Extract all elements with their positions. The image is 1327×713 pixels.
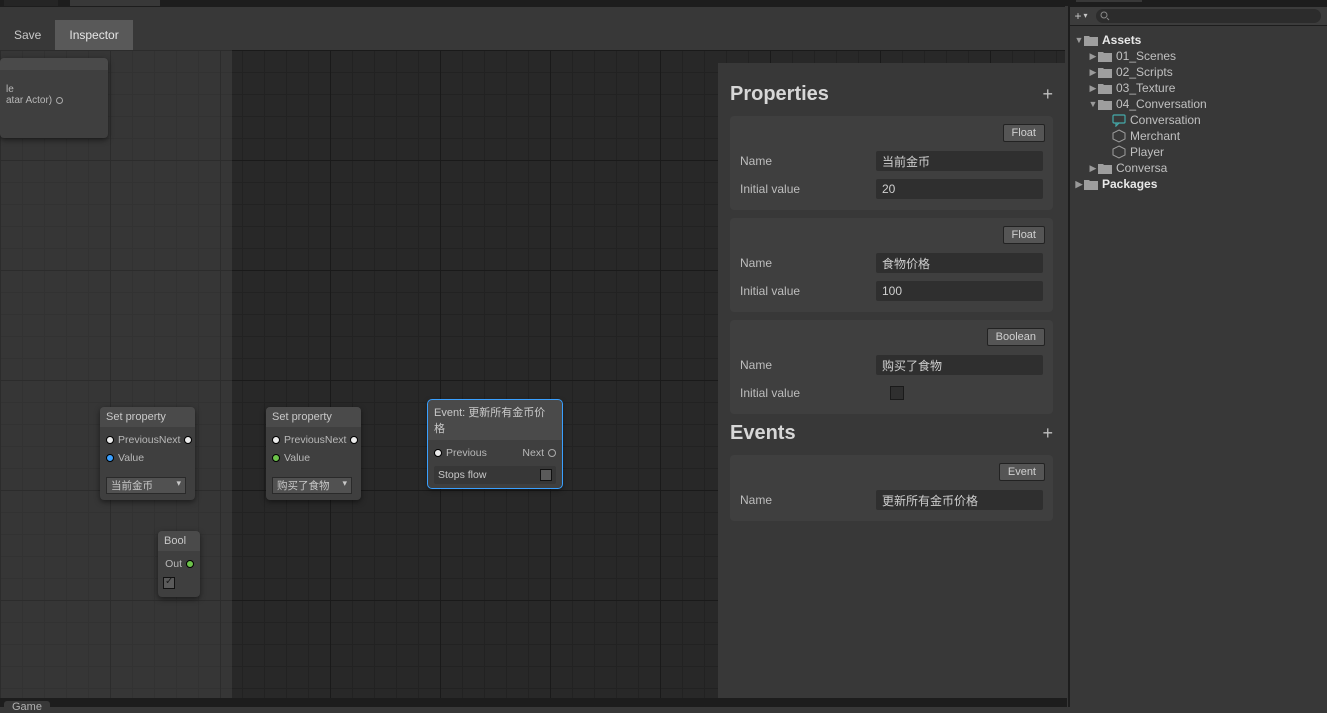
stops-flow-checkbox[interactable] <box>540 469 552 481</box>
tree-item-scripts[interactable]: ▶ 02_Scripts <box>1074 64 1323 80</box>
tab-game[interactable]: Game <box>4 701 50 713</box>
type-badge-boolean[interactable]: Boolean <box>987 328 1045 346</box>
property-name-input-3[interactable] <box>876 355 1043 375</box>
property-initial-input-2[interactable] <box>876 281 1043 301</box>
property-card-2: Float Name Initial value <box>730 218 1053 312</box>
node-text-line2: atar Actor) <box>6 95 52 106</box>
prefab-icon <box>1112 129 1126 143</box>
folder-icon <box>1098 162 1112 174</box>
port-out[interactable]: Out <box>165 558 194 570</box>
object-picker-icon[interactable] <box>56 97 63 104</box>
event-card-1: Event Name <box>730 455 1053 521</box>
graph-highlight-region <box>0 50 232 698</box>
tree-item-scenes[interactable]: ▶ 01_Scenes <box>1074 48 1323 64</box>
add-event-button[interactable]: + <box>1042 423 1053 444</box>
prefab-icon <box>1112 145 1126 159</box>
node-text-line1: le <box>6 84 102 95</box>
property-name-input-2[interactable] <box>876 253 1043 273</box>
tree-packages[interactable]: ▶ Packages <box>1074 176 1323 192</box>
folder-icon <box>1084 34 1098 46</box>
inspector-button[interactable]: Inspector <box>55 20 132 50</box>
node-title: Bool <box>158 531 200 551</box>
events-header: Events + <box>730 422 1053 445</box>
label-name: Name <box>740 493 876 507</box>
expand-icon[interactable]: ▼ <box>1088 99 1098 109</box>
folder-icon <box>1098 66 1112 78</box>
node-bool[interactable]: Bool Out <box>158 531 200 597</box>
expand-icon[interactable]: ▶ <box>1088 51 1098 62</box>
project-search-wrap <box>1096 9 1321 23</box>
port-previous[interactable]: Previous <box>272 434 325 446</box>
label-initial: Initial value <box>740 386 890 400</box>
node-title: Event: 更新所有金币价格 <box>428 400 562 440</box>
expand-icon[interactable]: ▶ <box>1088 83 1098 94</box>
property-card-3: Boolean Name Initial value <box>730 320 1053 414</box>
conversation-asset-icon <box>1112 113 1126 127</box>
label-name: Name <box>740 256 876 270</box>
folder-icon <box>1084 178 1098 190</box>
label-initial: Initial value <box>740 284 876 298</box>
property-card-1: Float Name Initial value <box>730 116 1053 210</box>
port-value[interactable]: Value <box>272 452 310 464</box>
save-button[interactable]: Save <box>0 20 55 50</box>
property-initial-input-1[interactable] <box>876 179 1043 199</box>
label-name: Name <box>740 358 876 372</box>
type-badge-float[interactable]: Float <box>1003 226 1045 244</box>
node-title: Set property <box>100 407 195 427</box>
project-search-input[interactable] <box>1110 9 1317 23</box>
label-initial: Initial value <box>740 182 876 196</box>
port-previous[interactable]: Previous <box>434 447 487 459</box>
expand-icon[interactable]: ▶ <box>1074 179 1084 190</box>
port-next[interactable]: Next <box>325 434 359 446</box>
properties-header: Properties + <box>730 83 1053 106</box>
label-name: Name <box>740 154 876 168</box>
node-title: Set property <box>266 407 361 427</box>
project-panel: Project + ▼ Assets ▶ 01_Scenes ▶ 02_Scri… <box>1068 0 1327 707</box>
property-name-input-1[interactable] <box>876 151 1043 171</box>
folder-icon <box>1098 98 1112 110</box>
add-property-button[interactable]: + <box>1042 84 1053 105</box>
search-icon <box>1100 11 1110 21</box>
expand-icon[interactable]: ▼ <box>1074 35 1084 45</box>
node-set-property-1[interactable]: Set property Previous Next Value 当前金币 <box>100 407 195 500</box>
folder-icon <box>1098 82 1112 94</box>
expand-icon[interactable]: ▶ <box>1088 67 1098 78</box>
node-title <box>0 58 108 70</box>
event-name-input-1[interactable] <box>876 490 1043 510</box>
stops-flow-label: Stops flow <box>438 469 486 481</box>
port-previous[interactable]: Previous <box>106 434 159 446</box>
property-dropdown-2[interactable]: 购买了食物 <box>272 477 352 494</box>
port-value[interactable]: Value <box>106 452 144 464</box>
editor-toolbar: Save Inspector <box>0 6 1065 50</box>
tree-item-texture[interactable]: ▶ 03_Texture <box>1074 80 1323 96</box>
property-initial-checkbox-3[interactable] <box>890 386 904 400</box>
port-next[interactable]: Next <box>522 447 556 459</box>
property-dropdown-1[interactable]: 当前金币 <box>106 477 186 494</box>
type-badge-float[interactable]: Float <box>1003 124 1045 142</box>
node-event-update-prices[interactable]: Event: 更新所有金币价格 Previous Next Stops flow <box>428 400 562 488</box>
node-actor-partial[interactable]: le atar Actor) <box>0 58 108 138</box>
tree-item-conversation-folder[interactable]: ▼ 04_Conversation <box>1074 96 1323 112</box>
tab-project[interactable]: Project <box>1076 0 1142 2</box>
tree-item-merchant[interactable]: Merchant <box>1074 128 1323 144</box>
type-badge-event[interactable]: Event <box>999 463 1045 481</box>
folder-icon <box>1098 50 1112 62</box>
expand-icon[interactable]: ▶ <box>1088 163 1098 174</box>
tree-item-player[interactable]: Player <box>1074 144 1323 160</box>
bool-value-checkbox[interactable] <box>163 577 175 589</box>
inspector-panel: Properties + Float Name Initial value Fl… <box>718 63 1065 698</box>
create-menu-button[interactable]: + <box>1070 9 1090 23</box>
tree-assets[interactable]: ▼ Assets <box>1074 32 1323 48</box>
tree-item-conversation-asset[interactable]: Conversation <box>1074 112 1323 128</box>
bottom-tab-bar: Game <box>0 698 1067 707</box>
tree-item-conversa[interactable]: ▶ Conversa <box>1074 160 1323 176</box>
project-tree[interactable]: ▼ Assets ▶ 01_Scenes ▶ 02_Scripts ▶ 03_T… <box>1070 26 1327 196</box>
port-next[interactable]: Next <box>159 434 193 446</box>
node-set-property-2[interactable]: Set property Previous Next Value 购买了食物 <box>266 407 361 500</box>
